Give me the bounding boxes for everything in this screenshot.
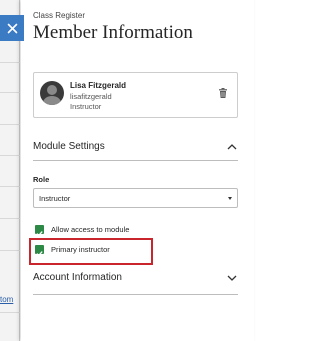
- page-title: Member Information: [33, 22, 193, 43]
- chevron-up-icon: [227, 144, 237, 150]
- trash-icon: [219, 88, 227, 98]
- breadcrumb[interactable]: Class Register: [33, 11, 85, 20]
- module-settings-header[interactable]: Module Settings: [33, 137, 238, 159]
- checkmark-icon: [36, 231, 43, 237]
- member-information-panel: Class Register Member Information Lisa F…: [21, 0, 254, 341]
- background-page: tom: [0, 0, 20, 341]
- allow-access-checkbox[interactable]: [35, 225, 44, 237]
- caret-down-icon: [228, 197, 232, 200]
- close-panel-button[interactable]: [0, 15, 24, 41]
- checkmark-icon: [36, 251, 43, 257]
- primary-instructor-checkbox[interactable]: [35, 245, 44, 257]
- background-row-divider: [0, 312, 20, 313]
- chevron-down-icon: [227, 275, 237, 281]
- close-icon: [7, 23, 17, 33]
- background-row-divider: [0, 124, 20, 125]
- background-row-divider: [0, 250, 20, 251]
- module-settings-title: Module Settings: [33, 141, 105, 152]
- background-row-divider: [0, 155, 20, 156]
- role-select[interactable]: Instructor: [33, 188, 238, 208]
- member-card: Lisa Fitzgerald lisafitzgerald Instructo…: [33, 72, 238, 118]
- avatar-head: [47, 85, 57, 95]
- background-row-divider: [0, 62, 20, 63]
- avatar-placeholder-icon: [40, 81, 64, 105]
- member-username: lisafitzgerald: [70, 92, 112, 101]
- background-row-divider: [0, 186, 20, 187]
- member-name: Lisa Fitzgerald: [70, 81, 127, 90]
- role-label: Role: [33, 175, 50, 184]
- section-divider: [33, 160, 238, 161]
- background-row-divider: [0, 92, 20, 93]
- background-partial-link[interactable]: tom: [0, 295, 20, 304]
- account-information-header[interactable]: Account Information: [33, 268, 238, 290]
- member-role: Instructor: [70, 102, 102, 111]
- primary-instructor-label: Primary instructor: [51, 245, 110, 254]
- allow-access-label: Allow access to module: [51, 225, 130, 234]
- avatar-shoulders: [43, 96, 61, 105]
- section-divider: [33, 294, 238, 295]
- remove-member-button[interactable]: [217, 86, 229, 98]
- account-information-title: Account Information: [33, 272, 122, 283]
- role-select-value: Instructor: [39, 194, 71, 203]
- background-row-divider: [0, 218, 20, 219]
